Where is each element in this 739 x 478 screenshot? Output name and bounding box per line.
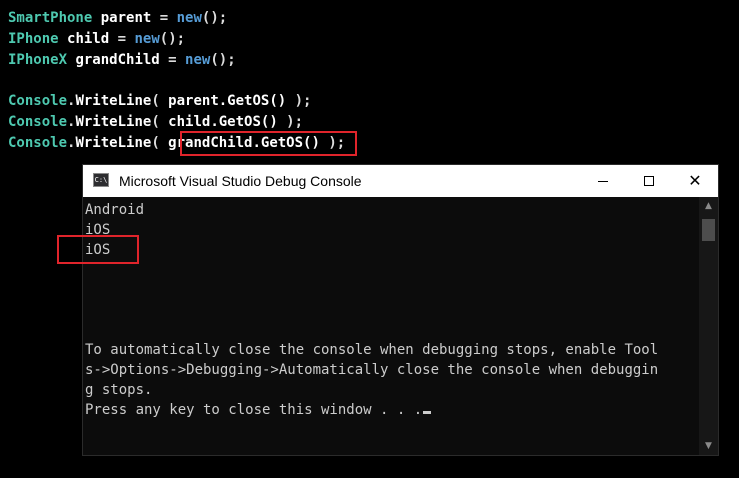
- code-punct: =: [109, 31, 135, 47]
- code-punct: );: [277, 114, 304, 130]
- code-line-4: Console.WriteLine( parent.GetOS() );: [8, 91, 311, 111]
- code-keyword: new: [134, 31, 160, 47]
- code-argument: child.GetOS(): [168, 114, 278, 130]
- code-variable: child: [67, 31, 110, 47]
- code-punct: (: [151, 114, 169, 130]
- console-title: Microsoft Visual Studio Debug Console: [119, 173, 362, 189]
- code-punct: =: [159, 52, 186, 68]
- scroll-thumb[interactable]: [702, 219, 715, 241]
- code-punct: ();: [159, 31, 186, 47]
- code-keyword: new: [185, 52, 211, 68]
- output-line-5: s->Options->Debugging->Automatically clo…: [85, 362, 659, 378]
- minimize-icon: [598, 181, 608, 182]
- code-line-5: Console.WriteLine( child.GetOS() );: [8, 112, 303, 132]
- code-method: WriteLine: [75, 114, 152, 130]
- console-titlebar[interactable]: C:\ Microsoft Visual Studio Debug Consol…: [83, 165, 718, 197]
- close-icon: ✕: [688, 171, 702, 190]
- code-class: Console: [8, 135, 68, 151]
- text-cursor: [423, 411, 432, 414]
- code-line-3: IPhoneX grandChild = new();: [8, 50, 236, 70]
- output-line-7: Press any key to close this window . . .: [85, 400, 432, 420]
- output-line-4: To automatically close the console when …: [85, 342, 659, 358]
- press-key-text: Press any key to close this window . . .: [85, 402, 423, 418]
- minimize-button[interactable]: [580, 165, 626, 197]
- maximize-button[interactable]: [626, 165, 672, 197]
- code-type: SmartPhone: [8, 10, 93, 26]
- console-app-icon: C:\: [93, 173, 109, 187]
- scroll-down-arrow-icon[interactable]: ▼: [699, 437, 718, 455]
- code-keyword: new: [176, 10, 202, 26]
- code-punct: ();: [201, 10, 228, 26]
- code-type: IPhoneX: [8, 52, 68, 68]
- code-method: WriteLine: [75, 93, 152, 109]
- code-punct: );: [286, 93, 312, 109]
- code-editor: SmartPhone parent = new(); IPhone child …: [0, 0, 739, 170]
- code-line-1: SmartPhone parent = new();: [8, 8, 227, 28]
- console-output: Android iOS iOS To automatically close t…: [83, 197, 699, 455]
- code-variable: parent: [100, 10, 152, 26]
- vertical-scrollbar[interactable]: ▲ ▼: [699, 197, 718, 455]
- maximize-icon: [644, 176, 654, 186]
- code-punct: (: [151, 93, 169, 109]
- code-line-2: IPhone child = new();: [8, 29, 185, 49]
- highlight-box-output: [57, 235, 139, 264]
- code-variable: grandChild: [75, 52, 160, 68]
- code-type: IPhone: [8, 31, 59, 47]
- code-punct: =: [151, 10, 177, 26]
- code-class: Console: [8, 93, 68, 109]
- highlight-box-code: [180, 131, 357, 156]
- scroll-up-arrow-icon[interactable]: ▲: [699, 197, 718, 215]
- close-button[interactable]: ✕: [672, 165, 718, 197]
- output-line-1: Android: [85, 202, 145, 218]
- code-punct: ();: [210, 52, 236, 68]
- output-line-6: g stops.: [85, 382, 153, 398]
- code-class: Console: [8, 114, 68, 130]
- code-argument: parent.GetOS(): [168, 93, 287, 109]
- debug-console-window: C:\ Microsoft Visual Studio Debug Consol…: [82, 164, 719, 456]
- code-method: WriteLine: [75, 135, 152, 151]
- code-punct: (: [151, 135, 169, 151]
